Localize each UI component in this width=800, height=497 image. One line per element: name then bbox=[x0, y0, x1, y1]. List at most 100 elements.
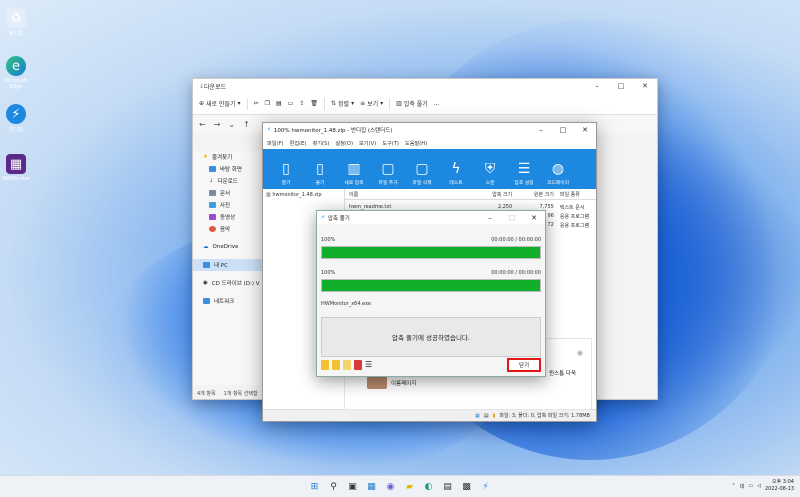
recent-icon[interactable]: ⌄ bbox=[228, 120, 235, 129]
info-text: 윈스톱 다욱 bbox=[549, 371, 577, 377]
folder-open-icon[interactable] bbox=[332, 359, 340, 370]
menu-tools[interactable]: 도구(T) bbox=[382, 140, 399, 147]
sidebar-item-videos[interactable]: 동영상 bbox=[193, 211, 263, 223]
view-list-icon[interactable]: ▤ bbox=[484, 413, 489, 419]
copy-files-icon[interactable] bbox=[343, 359, 351, 370]
search-icon[interactable]: ⚲ bbox=[327, 480, 340, 493]
zip-icon: ▥ bbox=[396, 100, 402, 107]
start-icon[interactable]: ⊞ bbox=[308, 480, 321, 493]
store-icon[interactable]: ▤ bbox=[441, 480, 454, 493]
delete-icon[interactable]: 🗑 bbox=[310, 100, 318, 107]
tool-password-button[interactable]: ☰ 암호 설정 bbox=[507, 159, 541, 186]
dialog-title: 압축 풀기 bbox=[327, 215, 350, 222]
menu-help[interactable]: 도움말(H) bbox=[405, 140, 427, 147]
tool-extract-button[interactable]: ▯ 풀기 bbox=[303, 159, 337, 186]
divider bbox=[389, 97, 391, 110]
column-name[interactable]: 이름 bbox=[345, 191, 475, 198]
tool-new-archive-button[interactable]: ▥ 새로 압축 bbox=[337, 159, 371, 186]
media-icon[interactable]: ▩ bbox=[460, 480, 473, 493]
explorer-taskbar-icon[interactable]: ▰ bbox=[403, 480, 416, 493]
menu-edit[interactable]: 편집(E) bbox=[290, 140, 307, 147]
view-button[interactable]: ≡ 보기 ▾ bbox=[360, 99, 383, 108]
info-close-icon[interactable]: ◉ bbox=[577, 349, 583, 357]
clock[interactable]: 오후 3:04 2022-08-13 bbox=[765, 479, 794, 493]
sort-button[interactable]: ⇅ 정렬 ▾ bbox=[331, 99, 354, 108]
forward-icon[interactable]: → bbox=[214, 120, 221, 129]
view-preview-icon[interactable]: ▮ bbox=[493, 413, 496, 419]
explorer-title: 다운로드 bbox=[204, 83, 227, 91]
column-original-size[interactable]: 원본 크기 bbox=[512, 191, 554, 198]
delete-archive-icon[interactable] bbox=[354, 359, 362, 370]
minimize-button[interactable]: – bbox=[479, 214, 501, 222]
task-view-icon[interactable]: ▣ bbox=[346, 480, 359, 493]
sidebar-item-music[interactable]: 음악 bbox=[193, 223, 263, 235]
desktop-icon-label: 반디집 bbox=[9, 127, 23, 133]
sidebar-item-desktop[interactable]: 바탕 화면 bbox=[193, 163, 263, 175]
tool-add-file-button[interactable]: ▢ 파일 추가 bbox=[371, 159, 405, 186]
desktop-icon-recycle-bin[interactable]: ♻ 휴지통 bbox=[2, 8, 30, 37]
view-details-icon[interactable]: ▦ bbox=[475, 413, 480, 419]
tool-codepage-button[interactable]: ◍ 코드페이지 bbox=[541, 159, 575, 186]
tool-delete-file-button[interactable]: ▢ 파일 삭제 bbox=[405, 159, 439, 186]
copy-icon[interactable]: ❐ bbox=[265, 100, 270, 107]
bandizip-taskbar-icon[interactable]: ⚡ bbox=[479, 480, 492, 493]
menu-file[interactable]: 파일(F) bbox=[267, 140, 284, 147]
sidebar-item-pictures[interactable]: 사진 bbox=[193, 199, 263, 211]
maximize-button[interactable]: □ bbox=[552, 126, 574, 134]
menu-options[interactable]: 설정(O) bbox=[335, 140, 353, 147]
sidebar-item-onedrive[interactable]: ☁ OneDrive bbox=[193, 241, 263, 253]
chat-icon[interactable]: ◉ bbox=[384, 480, 397, 493]
sidebar-item-quick-access[interactable]: ★ 즐겨찾기 bbox=[193, 151, 263, 163]
network-icon[interactable]: ▭ bbox=[748, 483, 753, 489]
archive-status-text: 파일: 3, 폴더: 0, 압축 파일 크기: 1.78MB bbox=[499, 413, 590, 419]
extract-button[interactable]: ▥ 압축 풀기 bbox=[396, 99, 428, 108]
volume-icon[interactable]: ◁ bbox=[757, 483, 761, 489]
maximize-button[interactable]: □ bbox=[609, 82, 633, 90]
chevron-up-icon[interactable]: ⌃ bbox=[732, 483, 736, 489]
more-button[interactable]: ... bbox=[434, 100, 440, 107]
desktop-icon-bandizip[interactable]: ⚡ 반디집 bbox=[2, 104, 30, 133]
explorer-title-bar[interactable]: ↓ 다운로드 – □ ✕ bbox=[193, 79, 657, 93]
close-dialog-button[interactable]: 닫기 bbox=[507, 357, 541, 372]
archive-tree-item[interactable]: hwmonitor_1.48.zip bbox=[272, 192, 321, 198]
close-button[interactable]: ✕ bbox=[523, 214, 545, 222]
sidebar-item-network[interactable]: 네트워크 bbox=[193, 295, 263, 307]
language-indicator[interactable]: 대 bbox=[740, 483, 745, 490]
minimize-button[interactable]: – bbox=[585, 82, 609, 90]
bandizip-title-bar[interactable]: ⚡ 100% hwmonitor_1.48.zip - 반디집 (스탠더드) –… bbox=[263, 123, 596, 137]
edge-taskbar-icon[interactable]: ◐ bbox=[422, 480, 435, 493]
extract-dialog[interactable]: ⚡ 압축 풀기 – □ ✕ 100% 00:00:00 / 00:00:00 1… bbox=[316, 210, 546, 377]
column-type[interactable]: 파일 종류 bbox=[554, 191, 596, 198]
maximize-button[interactable]: □ bbox=[501, 214, 523, 222]
back-icon[interactable]: ← bbox=[199, 120, 206, 129]
close-button[interactable]: ✕ bbox=[633, 82, 657, 90]
sidebar-item-downloads[interactable]: ↓ 다운로드 bbox=[193, 175, 263, 187]
bandizip-title: 100% hwmonitor_1.48.zip - 반디집 (스탠더드) bbox=[273, 128, 393, 134]
widgets-icon[interactable]: ▦ bbox=[365, 480, 378, 493]
menu-view[interactable]: 보기(V) bbox=[359, 140, 376, 147]
folder-icon[interactable] bbox=[321, 359, 329, 370]
new-button[interactable]: ⊕ 새로 만들기 ▾ bbox=[199, 99, 241, 108]
menu-find[interactable]: 찾기(S) bbox=[312, 140, 329, 147]
desktop-icon-edge[interactable]: e Microsoft Edge bbox=[2, 56, 30, 90]
progress-1-labels: 100% 00:00:00 / 00:00:00 bbox=[321, 237, 541, 243]
rename-icon[interactable]: ▭ bbox=[288, 100, 294, 107]
paste-icon[interactable]: ▤ bbox=[276, 100, 282, 107]
close-button[interactable]: ✕ bbox=[574, 126, 596, 134]
progress-bar-2-fill bbox=[322, 280, 540, 291]
column-size[interactable]: 압축 크기 bbox=[475, 191, 512, 198]
tool-scan-button[interactable]: ⛨ 스캔 bbox=[473, 159, 507, 186]
menu-icon[interactable]: ☰ bbox=[365, 360, 372, 369]
tool-test-button[interactable]: ϟ 테스트 bbox=[439, 159, 473, 186]
cut-icon[interactable]: ✂ bbox=[254, 100, 259, 107]
minimize-button[interactable]: – bbox=[530, 126, 552, 134]
bandizip-status-bar: ▦ ▤ ▮ 파일: 3, 폴더: 0, 압축 파일 크기: 1.78MB bbox=[263, 409, 596, 421]
dialog-title-bar[interactable]: ⚡ 압축 풀기 – □ ✕ bbox=[317, 211, 545, 224]
sidebar-item-cd-drive[interactable]: ◉ CD 드라이브 (D:) V bbox=[193, 277, 263, 289]
tool-open-button[interactable]: ▯ 열기 bbox=[269, 159, 303, 186]
sidebar-item-this-pc[interactable]: 내 PC bbox=[193, 259, 263, 271]
share-icon[interactable]: ⇪ bbox=[299, 100, 304, 107]
sidebar-item-documents[interactable]: 문서 bbox=[193, 187, 263, 199]
desktop-icon-hwmonitor[interactable]: ▦ HWMonitor bbox=[2, 154, 30, 182]
up-icon[interactable]: ↑ bbox=[243, 120, 250, 129]
